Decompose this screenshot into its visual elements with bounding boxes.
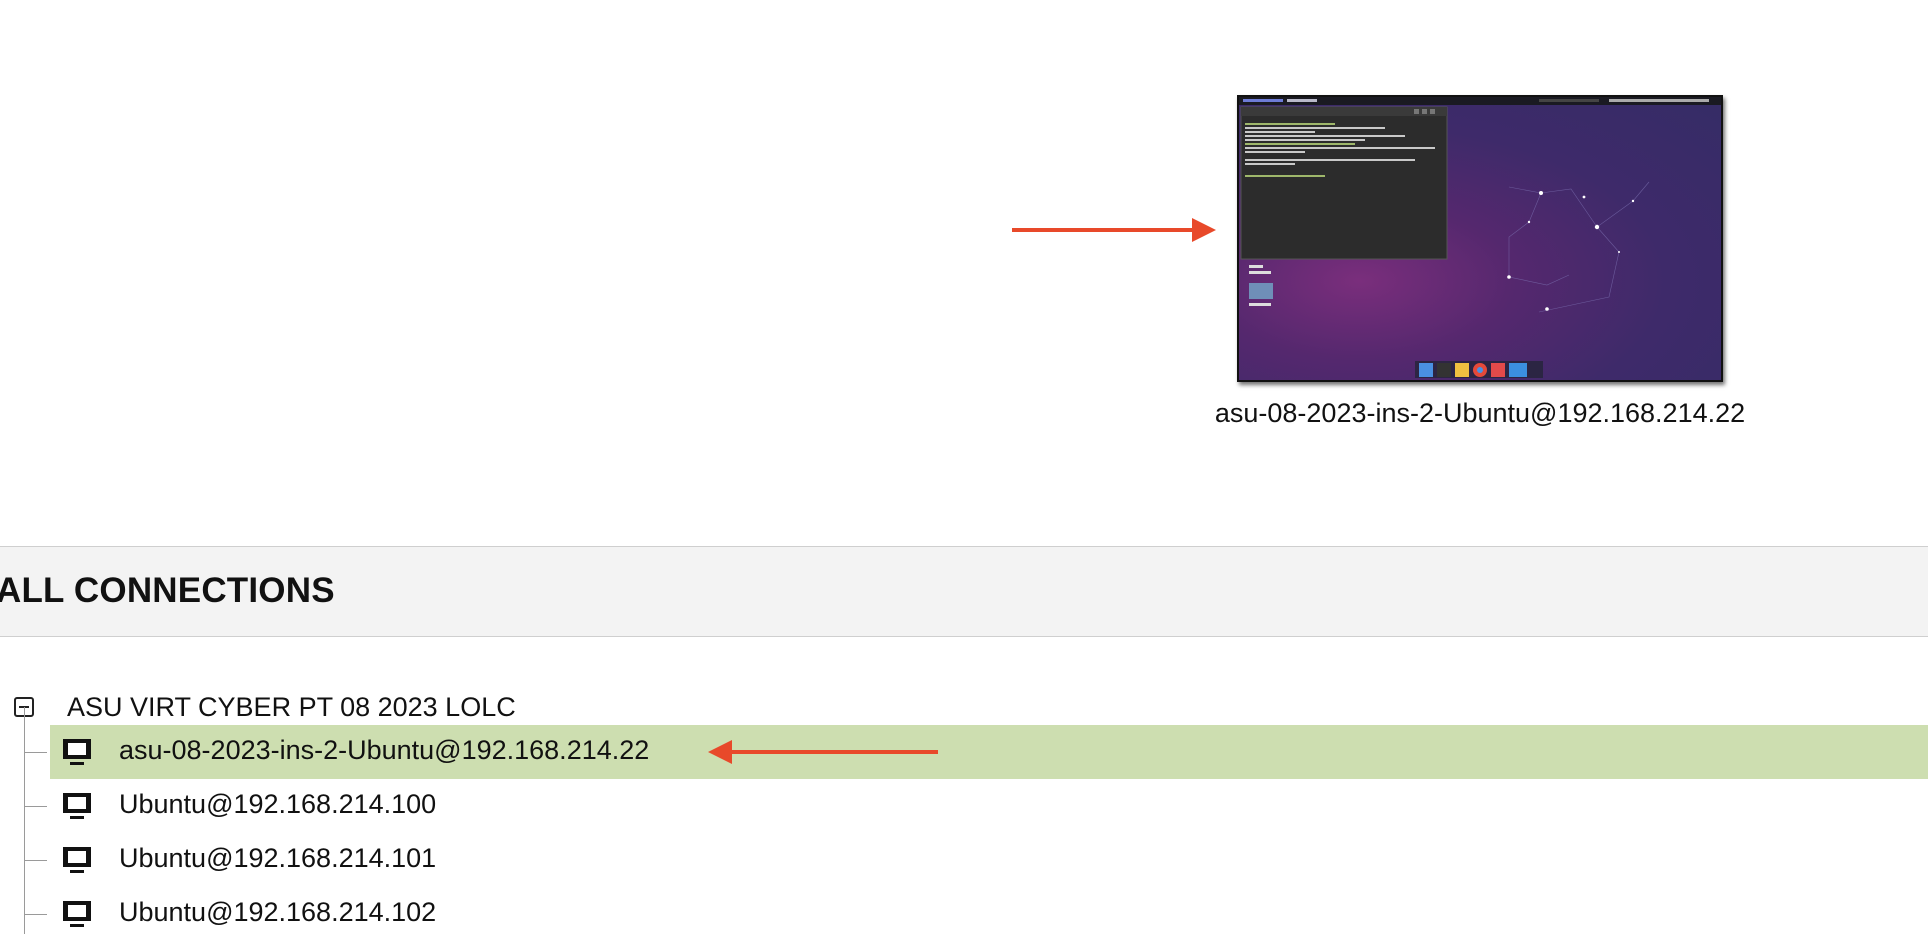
- connection-label[interactable]: Ubuntu@192.168.214.100: [119, 789, 436, 820]
- page: asu-08-2023-ins-2-Ubuntu@192.168.214.22 …: [0, 0, 1928, 934]
- connection-label[interactable]: asu-08-2023-ins-2-Ubuntu@192.168.214.22: [119, 735, 649, 766]
- tree-branch-line: [25, 860, 47, 861]
- connection-row[interactable]: Ubuntu@192.168.214.101: [0, 833, 1928, 887]
- desktop-monitor-icon: [63, 793, 91, 819]
- desktop-monitor-icon: [63, 739, 91, 765]
- tree-branch-line: [25, 806, 47, 807]
- remote-desktop-preview: [1239, 97, 1721, 378]
- desktop-monitor-icon: [63, 901, 91, 927]
- connection-label[interactable]: Ubuntu@192.168.214.102: [119, 897, 436, 928]
- group-label[interactable]: ASU VIRT CYBER PT 08 2023 LOLC: [67, 692, 516, 723]
- thumbnail-connection-name[interactable]: asu-08-2023-ins-2-Ubuntu@192.168.214.22: [1180, 398, 1780, 429]
- all-connections-header: ALL CONNECTIONS: [0, 546, 1928, 637]
- connection-row[interactable]: Ubuntu@192.168.214.102: [0, 887, 1928, 934]
- desktop-monitor-icon: [63, 847, 91, 873]
- annotation-arrow-right-icon: [1012, 218, 1216, 242]
- connection-tree: ASU VIRT CYBER PT 08 2023 LOLC asu-08-20…: [0, 660, 1928, 934]
- tree-branch-line: [25, 752, 47, 753]
- recent-connection-card[interactable]: asu-08-2023-ins-2-Ubuntu@192.168.214.22: [1180, 92, 1780, 437]
- section-title: ALL CONNECTIONS: [0, 571, 335, 610]
- connection-group[interactable]: ASU VIRT CYBER PT 08 2023 LOLC: [0, 672, 1928, 722]
- tree-branch-line: [25, 914, 47, 915]
- connection-label[interactable]: Ubuntu@192.168.214.101: [119, 843, 436, 874]
- connection-row[interactable]: Ubuntu@192.168.214.100: [0, 779, 1928, 833]
- annotation-arrow-left-icon: [708, 740, 938, 764]
- connection-row[interactable]: asu-08-2023-ins-2-Ubuntu@192.168.214.22: [0, 725, 1928, 779]
- connection-thumbnail[interactable]: [1237, 95, 1723, 382]
